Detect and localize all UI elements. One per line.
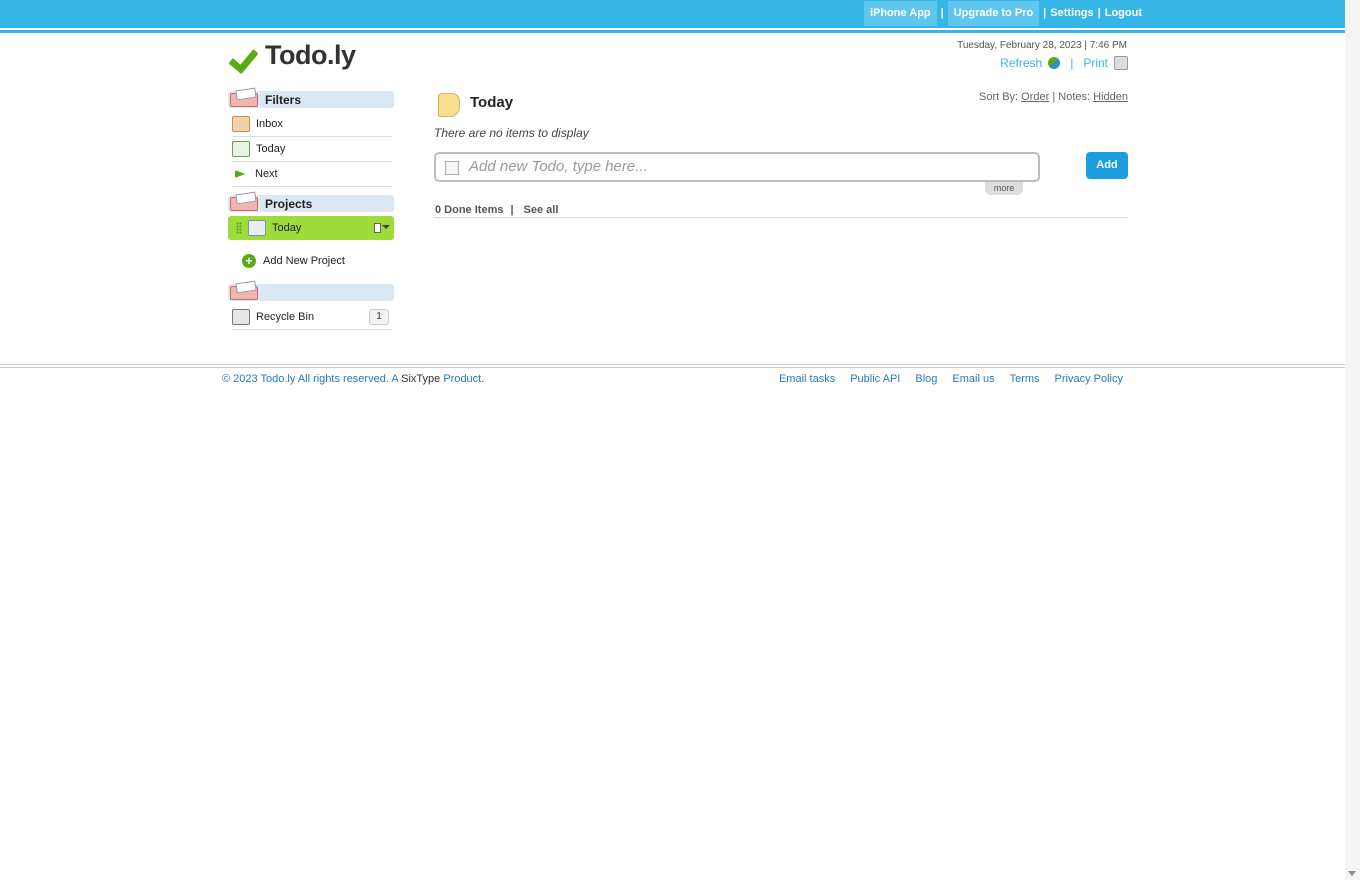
checkmark-logo-icon xyxy=(229,41,263,71)
projects-title: Projects xyxy=(265,197,313,211)
refresh-icon[interactable] xyxy=(1048,57,1061,69)
settings-link[interactable]: Settings xyxy=(1050,7,1093,19)
next-arrow-icon xyxy=(235,170,245,178)
misc-header xyxy=(228,284,394,301)
drag-handle-icon[interactable] xyxy=(236,222,242,234)
sixtype-link[interactable]: SixType xyxy=(401,373,440,385)
top-nav: iPhone App | Upgrade to Pro | Settings |… xyxy=(863,0,1142,26)
sidebar-item-recycle-bin[interactable]: Recycle Bin 1 xyxy=(232,305,392,330)
footer-divider xyxy=(0,364,1345,368)
current-datetime: Tuesday, February 28, 2023 | 7:46 PM xyxy=(957,40,1127,51)
add-project-label: Add New Project xyxy=(263,255,345,267)
more-options-button[interactable]: more xyxy=(985,182,1023,195)
done-separator: | xyxy=(510,203,514,216)
iphone-app-link[interactable]: iPhone App xyxy=(863,0,937,26)
footer-link-email-tasks[interactable]: Email tasks xyxy=(779,373,835,385)
copyright-suffix: Product. xyxy=(440,373,485,385)
top-bar-line xyxy=(0,30,1345,33)
sort-by-label: Sort By: xyxy=(978,91,1019,103)
page-title: Today xyxy=(470,93,514,111)
projects-header[interactable]: Projects xyxy=(228,195,394,212)
sidebar-item-label: Inbox xyxy=(256,118,283,130)
printer-icon[interactable] xyxy=(1114,56,1128,70)
today-icon xyxy=(232,141,250,157)
filters-header[interactable]: Filters xyxy=(228,91,394,108)
folder-icon xyxy=(228,87,260,107)
scroll-down-arrow-icon[interactable] xyxy=(1348,871,1356,876)
sidebar-item-next[interactable]: Next xyxy=(232,162,392,187)
footer-link-blog[interactable]: Blog xyxy=(915,373,937,385)
sort-by-order-link[interactable]: Order xyxy=(1021,91,1049,103)
notes-hidden-link[interactable]: Hidden xyxy=(1093,91,1128,103)
todoly-logo[interactable]: Todo.ly xyxy=(229,40,356,71)
logo-text: Todo.ly xyxy=(265,40,356,70)
footer-link-terms[interactable]: Terms xyxy=(1010,373,1040,385)
todo-checkbox[interactable] xyxy=(445,161,459,175)
top-bar xyxy=(0,0,1345,28)
inbox-icon xyxy=(232,116,250,132)
print-link[interactable]: Print xyxy=(1083,56,1108,70)
footer-links: Email tasks Public API Blog Email us Ter… xyxy=(779,373,1123,385)
sidebar-item-inbox[interactable]: Inbox xyxy=(232,112,392,137)
footer-link-privacy-policy[interactable]: Privacy Policy xyxy=(1055,373,1123,385)
project-label: Today xyxy=(272,222,302,234)
sort-controls: Sort By: Order | Notes: Hidden xyxy=(979,91,1128,103)
footer-copyright: © 2023 Todo.ly All rights reserved. A Si… xyxy=(222,373,484,385)
sidebar-item-label: Next xyxy=(255,168,278,180)
done-items-row: 0 Done Items | See all xyxy=(434,202,1128,218)
empty-list-message: There are no items to display xyxy=(434,126,589,140)
footer-link-public-api[interactable]: Public API xyxy=(850,373,900,385)
page-scrollbar[interactable] xyxy=(1345,0,1360,880)
actions-separator: | xyxy=(1070,56,1074,70)
done-items-link[interactable]: 0 Done Items xyxy=(435,204,503,216)
notes-label: | Notes: xyxy=(1052,91,1091,103)
sidebar: Filters Inbox Today Next Projects Today … xyxy=(228,91,394,330)
add-todo-row: Add new Todo, type here... Add more xyxy=(434,152,1128,195)
top-nav-separator: | xyxy=(940,7,944,19)
main-content: Today Sort By: Order | Notes: Hidden The… xyxy=(434,88,1128,218)
refresh-link[interactable]: Refresh xyxy=(1000,56,1042,70)
filters-title: Filters xyxy=(265,93,302,107)
top-nav-separator: | xyxy=(1097,7,1101,19)
top-nav-separator: | xyxy=(1043,7,1047,19)
project-menu-icon[interactable] xyxy=(374,222,390,233)
project-item-today[interactable]: Today xyxy=(228,216,394,240)
plus-icon: + xyxy=(242,254,256,268)
folder-icon xyxy=(228,280,260,300)
folder-icon xyxy=(228,191,260,211)
copyright-text: © 2023 Todo.ly All rights reserved. A xyxy=(222,373,402,385)
sidebar-item-label: Recycle Bin xyxy=(256,311,315,323)
sticky-note-icon xyxy=(434,88,460,117)
new-todo-input[interactable]: Add new Todo, type here... xyxy=(434,152,1040,182)
add-todo-button[interactable]: Add xyxy=(1086,152,1128,179)
header-actions: Refresh | Print xyxy=(1000,56,1128,70)
recycle-bin-count-badge: 1 xyxy=(369,309,389,325)
footer-link-email-us[interactable]: Email us xyxy=(952,373,994,385)
add-new-project-button[interactable]: + Add New Project xyxy=(242,254,394,268)
sidebar-item-today[interactable]: Today xyxy=(232,137,392,162)
trash-icon xyxy=(232,309,250,325)
upgrade-to-pro-link[interactable]: Upgrade to Pro xyxy=(947,0,1040,26)
sidebar-item-label: Today xyxy=(256,143,286,155)
new-todo-placeholder: Add new Todo, type here... xyxy=(469,158,648,175)
logout-link[interactable]: Logout xyxy=(1105,7,1142,19)
calendar-icon xyxy=(248,220,266,236)
see-all-link[interactable]: See all xyxy=(524,204,559,216)
